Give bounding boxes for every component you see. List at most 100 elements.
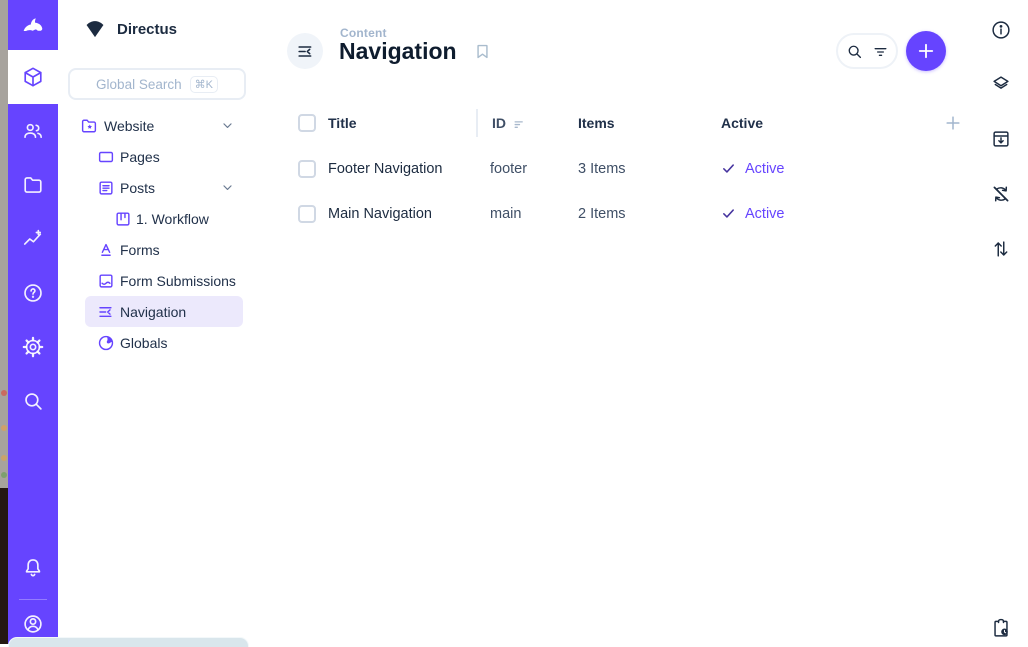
layout-options-button[interactable]: [990, 73, 1012, 95]
import-export-button[interactable]: [990, 128, 1012, 150]
items-table: Title ID Items Active Footer Navigation …: [282, 109, 972, 236]
cell-id: main: [476, 206, 578, 222]
background-dot: [1, 455, 7, 461]
cell-title: Footer Navigation: [328, 161, 476, 177]
column-header-title[interactable]: Title: [328, 115, 476, 131]
search-placeholder: Global Search: [96, 77, 182, 92]
column-header-active[interactable]: Active: [721, 115, 929, 131]
title-icon: [97, 241, 115, 259]
project-header[interactable]: Directus: [84, 18, 177, 40]
cell-title: Main Navigation: [328, 206, 476, 222]
pending-activity-icon: [990, 617, 1012, 639]
module-content[interactable]: [8, 50, 58, 104]
sidebar-item-label: 1. Workflow: [136, 211, 209, 227]
cell-id: footer: [476, 161, 578, 177]
background-dot: [1, 390, 7, 396]
box-icon: [22, 66, 44, 88]
table-row[interactable]: Footer Navigation footer 3 Items Active: [282, 146, 972, 191]
sidebar-item-navigation[interactable]: Navigation: [58, 296, 282, 327]
background-dot: [1, 472, 7, 478]
cell-active: Active: [721, 161, 929, 177]
inbox-icon: [97, 272, 115, 290]
module-settings[interactable]: [8, 320, 58, 374]
chevron-down-icon[interactable]: [221, 119, 234, 132]
column-header-items[interactable]: Items: [578, 115, 721, 131]
module-bar: [8, 0, 58, 644]
chevron-down-icon[interactable]: [221, 181, 234, 194]
sidebar-item-label: Website: [104, 118, 154, 134]
sidebar-item-posts[interactable]: Posts: [58, 172, 282, 203]
page-title: Navigation: [339, 38, 457, 65]
project-name: Directus: [117, 21, 177, 38]
account-icon: [22, 613, 44, 635]
swap-vert-icon: [990, 238, 1012, 260]
module-files[interactable]: [8, 158, 58, 212]
sidebar-item-globals[interactable]: Globals: [58, 327, 282, 358]
help-icon: [22, 282, 44, 304]
table-row[interactable]: Main Navigation main 2 Items Active: [282, 191, 972, 236]
nav-list-icon: [296, 42, 315, 61]
add-column-button[interactable]: [943, 113, 963, 133]
filter-icon[interactable]: [872, 43, 889, 60]
background-window-sliver: [0, 0, 8, 644]
sidebar-item-pages[interactable]: Pages: [58, 141, 282, 172]
sidebar-item-label: Forms: [120, 242, 160, 258]
globe-icon: [97, 334, 115, 352]
divider: [19, 599, 47, 600]
sidebar-item-label: Pages: [120, 149, 160, 165]
keyboard-shortcut-badge: ⌘K: [190, 76, 218, 93]
project-logo-icon: [84, 18, 106, 40]
article-icon: [97, 179, 115, 197]
add-item-button[interactable]: [906, 31, 946, 71]
sidebar-item-workflow[interactable]: 1. Workflow: [58, 203, 282, 234]
table-header-row: Title ID Items Active: [282, 109, 972, 137]
search-icon[interactable]: [846, 43, 863, 60]
sync-disabled-icon: [990, 183, 1012, 205]
plus-icon: [943, 113, 963, 133]
info-icon: [990, 19, 1012, 41]
sort-icon: [513, 117, 526, 130]
cell-active: Active: [721, 206, 929, 222]
search-icon: [22, 390, 44, 412]
module-help[interactable]: [8, 266, 58, 320]
folder-icon: [22, 174, 44, 196]
pages-icon: [97, 148, 115, 166]
module-users[interactable]: [8, 104, 58, 158]
archive-download-icon: [990, 128, 1012, 150]
sidebar-info-button[interactable]: [990, 19, 1012, 41]
folder-star-icon: [80, 117, 98, 135]
sidebar-item-form-submissions[interactable]: Form Submissions: [58, 265, 282, 296]
layers-icon: [990, 73, 1012, 95]
people-icon: [22, 120, 44, 142]
sidebar-item-forms[interactable]: Forms: [58, 234, 282, 265]
kanban-icon: [114, 210, 132, 228]
live-updates-disabled-button[interactable]: [990, 183, 1012, 205]
collections-tree: Website Pages Posts 1. Workflow Forms Fo…: [58, 110, 282, 358]
select-all-checkbox[interactable]: [298, 114, 316, 132]
nav-list-icon: [97, 303, 115, 321]
plus-icon: [916, 41, 936, 61]
module-insights[interactable]: [8, 212, 58, 266]
bookmark-button[interactable]: [473, 42, 492, 61]
cell-items: 2 Items: [578, 206, 721, 222]
gear-icon: [22, 336, 44, 358]
module-search[interactable]: [8, 374, 58, 428]
global-search-input[interactable]: Global Search ⌘K: [68, 68, 246, 100]
collection-icon-button[interactable]: [287, 33, 323, 69]
sidebar-item-website[interactable]: Website: [58, 110, 282, 141]
directus-logo[interactable]: [8, 0, 58, 50]
bell-icon: [22, 557, 44, 579]
column-header-id[interactable]: ID: [476, 109, 578, 137]
sidebar-item-label: Posts: [120, 180, 155, 196]
search-filter-pill: [836, 33, 898, 69]
row-checkbox[interactable]: [298, 160, 316, 178]
check-icon: [721, 161, 736, 176]
sort-field-button[interactable]: [990, 238, 1012, 260]
activity-button[interactable]: [990, 617, 1012, 639]
main-content: Content Navigation Title ID Items Active: [282, 0, 988, 644]
check-icon: [721, 206, 736, 221]
cell-items: 3 Items: [578, 161, 721, 177]
background-window-edge: [8, 637, 249, 647]
notifications-button[interactable]: [8, 541, 58, 595]
row-checkbox[interactable]: [298, 205, 316, 223]
